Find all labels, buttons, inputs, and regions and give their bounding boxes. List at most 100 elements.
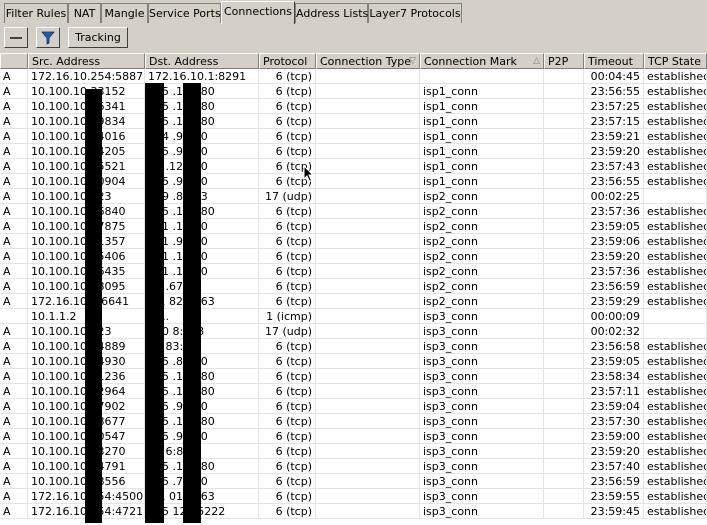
col-dst-address-header[interactable]: Dst. Address (145, 53, 259, 69)
cell-state: established (644, 489, 707, 504)
table-row[interactable]: A 10.100.10 36840 125 .105:80 6 (tcp) isp2_… (0, 204, 707, 219)
cell-p2p (544, 114, 584, 129)
tab-service-ports[interactable]: Service Ports (148, 3, 221, 23)
table-row[interactable]: A 10.100.10 58095 46 .67:80 6 (tcp) isp2_co… (0, 279, 707, 294)
cell-p2p (544, 69, 584, 84)
table-row[interactable]: A 10.100.10 54016 194 .95:80 6 (tcp) isp1_c… (0, 129, 707, 144)
toolbar: Tracking (0, 24, 707, 52)
cell-flag: A (0, 489, 28, 504)
table-row[interactable]: A 10.100.10 34889 46 83:80 6 (tcp) isp3_con… (0, 339, 707, 354)
cell-proto: 17 (udp) (259, 189, 316, 204)
cell-flag: A (0, 129, 28, 144)
table-header: Src. Address Dst. Address Protocol Conne… (0, 53, 707, 69)
cell-proto: 6 (tcp) (259, 279, 316, 294)
cell-state: established (644, 339, 707, 354)
col-protocol-header[interactable]: Protocol (259, 53, 316, 69)
table-row[interactable]: A 10.100.10 37875 171 .14:80 6 (tcp) isp2_c… (0, 219, 707, 234)
table-row[interactable]: A 10.100.10 47902 125 .97:80 6 (tcp) isp3_c… (0, 399, 707, 414)
table-row[interactable]: A 10.100.10 123 160 8:123 17 (udp) isp3_con… (0, 324, 707, 339)
remove-button[interactable] (4, 27, 28, 48)
cell-timeout: 23:57:11 (584, 384, 644, 399)
table-row[interactable]: A 10.100.10 34930 125 .89:80 6 (tcp) isp3_c… (0, 354, 707, 369)
tab-layer7-protocols[interactable]: Layer7 Protocols (368, 3, 462, 23)
sort-arrow-icon: △ (533, 56, 540, 66)
cell-ctype (316, 204, 420, 219)
table-row[interactable]: A 10.100.10 42964 125 .101:80 6 (tcp) isp3_… (0, 384, 707, 399)
table-row[interactable]: A 172.16.10.254:58878 172.16.10.1:8291 6 (t… (0, 69, 707, 84)
table-row[interactable]: A 10.100.10 54791 125 .106:80 6 (tcp) isp3_… (0, 459, 707, 474)
table-row[interactable]: A 172.16.10 :36641 54. 82:1863 6 (tcp) isp2… (0, 294, 707, 309)
cell-timeout: 23:59:55 (584, 489, 644, 504)
cell-ctype (316, 444, 420, 459)
table-row[interactable]: A 10.100.10 58556 125 .72:80 6 (tcp) isp3_c… (0, 474, 707, 489)
cell-ctype (316, 504, 420, 519)
cell-proto: 17 (udp) (259, 324, 316, 339)
table-row[interactable]: A 10.100.10 53270 28 6:80 6 (tcp) isp3_conn… (0, 444, 707, 459)
cell-flag: A (0, 69, 28, 84)
cell-p2p (544, 129, 584, 144)
table-row[interactable]: A 10.100.10 60904 125 .99:80 6 (tcp) isp1_c… (0, 174, 707, 189)
table-row[interactable]: A 10.100.10 54205 125 .98:80 6 (tcp) isp1_c… (0, 144, 707, 159)
tab-nat[interactable]: NAT (68, 3, 101, 23)
cell-flag: A (0, 159, 28, 174)
col-connection-mark-header[interactable]: Connection Mark △ (420, 53, 544, 69)
cell-flag: A (0, 429, 28, 444)
table-row[interactable]: A 10.100.10 50547 125 .96:80 6 (tcp) isp3_c… (0, 429, 707, 444)
cell-ctype (316, 129, 420, 144)
cell-timeout: 23:56:55 (584, 174, 644, 189)
cell-p2p (544, 264, 584, 279)
col-src-address-header[interactable]: Src. Address (28, 53, 145, 69)
cell-flag: A (0, 189, 28, 204)
cell-state: established (644, 429, 707, 444)
table-row[interactable]: A 10.100.10 55521 85 .120:80 6 (tcp) isp1_c… (0, 159, 707, 174)
cell-state: established (644, 84, 707, 99)
cell-p2p (544, 399, 584, 414)
table-row[interactable]: A 10.100.10 36341 125 .103:80 6 (tcp) isp1_… (0, 99, 707, 114)
tracking-button[interactable]: Tracking (68, 27, 128, 48)
cell-p2p (544, 339, 584, 354)
tab-address-lists[interactable]: Address Lists (295, 3, 368, 23)
col-flag-header[interactable] (0, 53, 28, 69)
connections-table: Src. Address Dst. Address Protocol Conne… (0, 53, 707, 525)
table-row[interactable]: A 10.100.10 41357 171 .90:80 6 (tcp) isp2_c… (0, 234, 707, 249)
col-connection-type-header[interactable]: Connection Type ▽ (316, 53, 420, 69)
cell-state: established (644, 444, 707, 459)
col-p2p-header[interactable]: P2P (544, 53, 584, 69)
cell-ctype (316, 279, 420, 294)
cell-ctype (316, 84, 420, 99)
col-tcp-state-header[interactable]: TCP State (644, 53, 707, 69)
tab-mangle[interactable]: Mangle (101, 3, 148, 23)
cell-p2p (544, 489, 584, 504)
cell-p2p (544, 309, 584, 324)
cell-timeout: 23:58:34 (584, 369, 644, 384)
table-row[interactable]: A 10.100.10 48677 125 .104:80 6 (tcp) isp3_… (0, 414, 707, 429)
cell-proto: 6 (tcp) (259, 504, 316, 519)
tab-filter-rules[interactable]: Filter Rules (4, 3, 68, 23)
cell-mark: isp3_conn (420, 324, 544, 339)
table-row[interactable]: A172.16.10.254:45002 54. 01:18636 (tcp)i… (0, 489, 707, 504)
cell-state: established (644, 159, 707, 174)
cell-ctype (316, 474, 420, 489)
cell-proto: 6 (tcp) (259, 429, 316, 444)
cell-timeout: 23:56:58 (584, 339, 644, 354)
cell-mark: isp2_conn (420, 264, 544, 279)
cell-proto: 6 (tcp) (259, 114, 316, 129)
table-row[interactable]: A 10.100.10 55406 171 .15:80 6 (tcp) isp2_c… (0, 249, 707, 264)
tab-connections[interactable]: Connections (221, 1, 295, 24)
filter-button[interactable] (36, 27, 60, 48)
table-row[interactable]: A 10.100.10 123 189 .8:123 17 (udp) isp2_co… (0, 189, 707, 204)
table-row[interactable]: A 10.100.10 41236 125 .111:80 6 (tcp) isp3_… (0, 369, 707, 384)
col-timeout-header[interactable]: Timeout (584, 53, 644, 69)
cell-p2p (544, 459, 584, 474)
cell-mark: isp3_conn (420, 369, 544, 384)
cell-proto: 6 (tcp) (259, 474, 316, 489)
table-row[interactable]: 10.1.1.2 1.1.1 (icmp)isp3_conn00:00:09 (0, 309, 707, 324)
table-row[interactable]: A 10.100.10 33152 125 .100:80 6 (tcp) isp1_… (0, 84, 707, 99)
redaction-bar (85, 89, 102, 523)
table-row[interactable]: A 10.100.10 49834 125 .102:80 6 (tcp) isp1_… (0, 114, 707, 129)
cell-state: established (644, 504, 707, 519)
table-row[interactable]: A172.16.10.254:47218 125 125:52226 (tcp)… (0, 504, 707, 519)
table-row[interactable]: A 10.100.10 56435 171 .13:80 6 (tcp) isp2_c… (0, 264, 707, 279)
cell-flag: A (0, 264, 28, 279)
cell-proto: 6 (tcp) (259, 219, 316, 234)
